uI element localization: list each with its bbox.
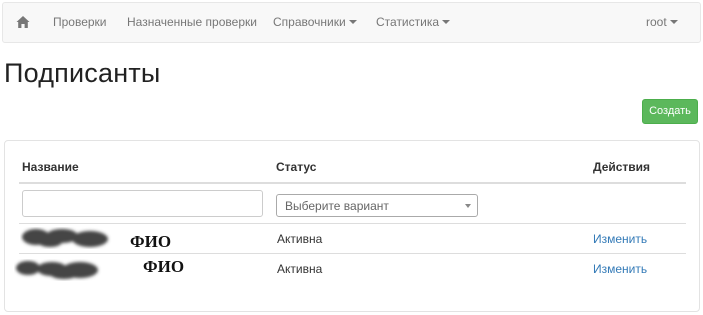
caret-down-icon xyxy=(348,19,357,24)
redacted-name-image xyxy=(22,229,108,247)
table-row-name: ФИО xyxy=(130,232,172,251)
edit-link[interactable]: Изменить xyxy=(593,232,647,246)
nav-item-references-label: Справочники xyxy=(273,15,346,29)
caret-down-icon xyxy=(442,19,451,24)
table-row-status: Активна xyxy=(277,232,323,246)
user-name: root xyxy=(646,15,667,29)
edit-link[interactable]: Изменить xyxy=(593,262,647,276)
status-filter-placeholder: Выберите вариант xyxy=(285,199,389,213)
nav-item-checks[interactable]: Проверки xyxy=(53,3,107,42)
nav-item-statistics-dropdown[interactable]: Статистика xyxy=(376,3,451,42)
home-icon[interactable] xyxy=(16,15,30,29)
top-navbar: Проверки Назначенные проверки Справочник… xyxy=(2,2,701,43)
table-header-divider xyxy=(19,182,686,184)
user-menu-dropdown[interactable]: root xyxy=(646,3,678,42)
column-header-actions: Действия xyxy=(593,160,651,174)
status-filter-select[interactable]: Выберите вариант xyxy=(276,194,478,217)
redacted-name-image xyxy=(16,261,98,279)
nav-item-references-dropdown[interactable]: Справочники xyxy=(273,3,357,42)
page-title: Подписанты xyxy=(4,58,161,88)
caret-down-icon xyxy=(669,19,678,24)
name-filter-input[interactable] xyxy=(22,190,263,217)
nav-item-assigned-checks[interactable]: Назначенные проверки xyxy=(127,3,257,42)
chevron-down-icon xyxy=(465,204,471,208)
table-row-status: Активна xyxy=(277,262,323,276)
row-divider xyxy=(19,223,686,224)
create-button[interactable]: Создать xyxy=(642,99,698,124)
table-row-name: ФИО xyxy=(143,257,185,276)
nav-item-statistics-label: Статистика xyxy=(376,15,440,29)
column-header-name: Название xyxy=(22,160,79,174)
column-header-status: Статус xyxy=(276,160,317,174)
row-divider xyxy=(19,253,686,254)
